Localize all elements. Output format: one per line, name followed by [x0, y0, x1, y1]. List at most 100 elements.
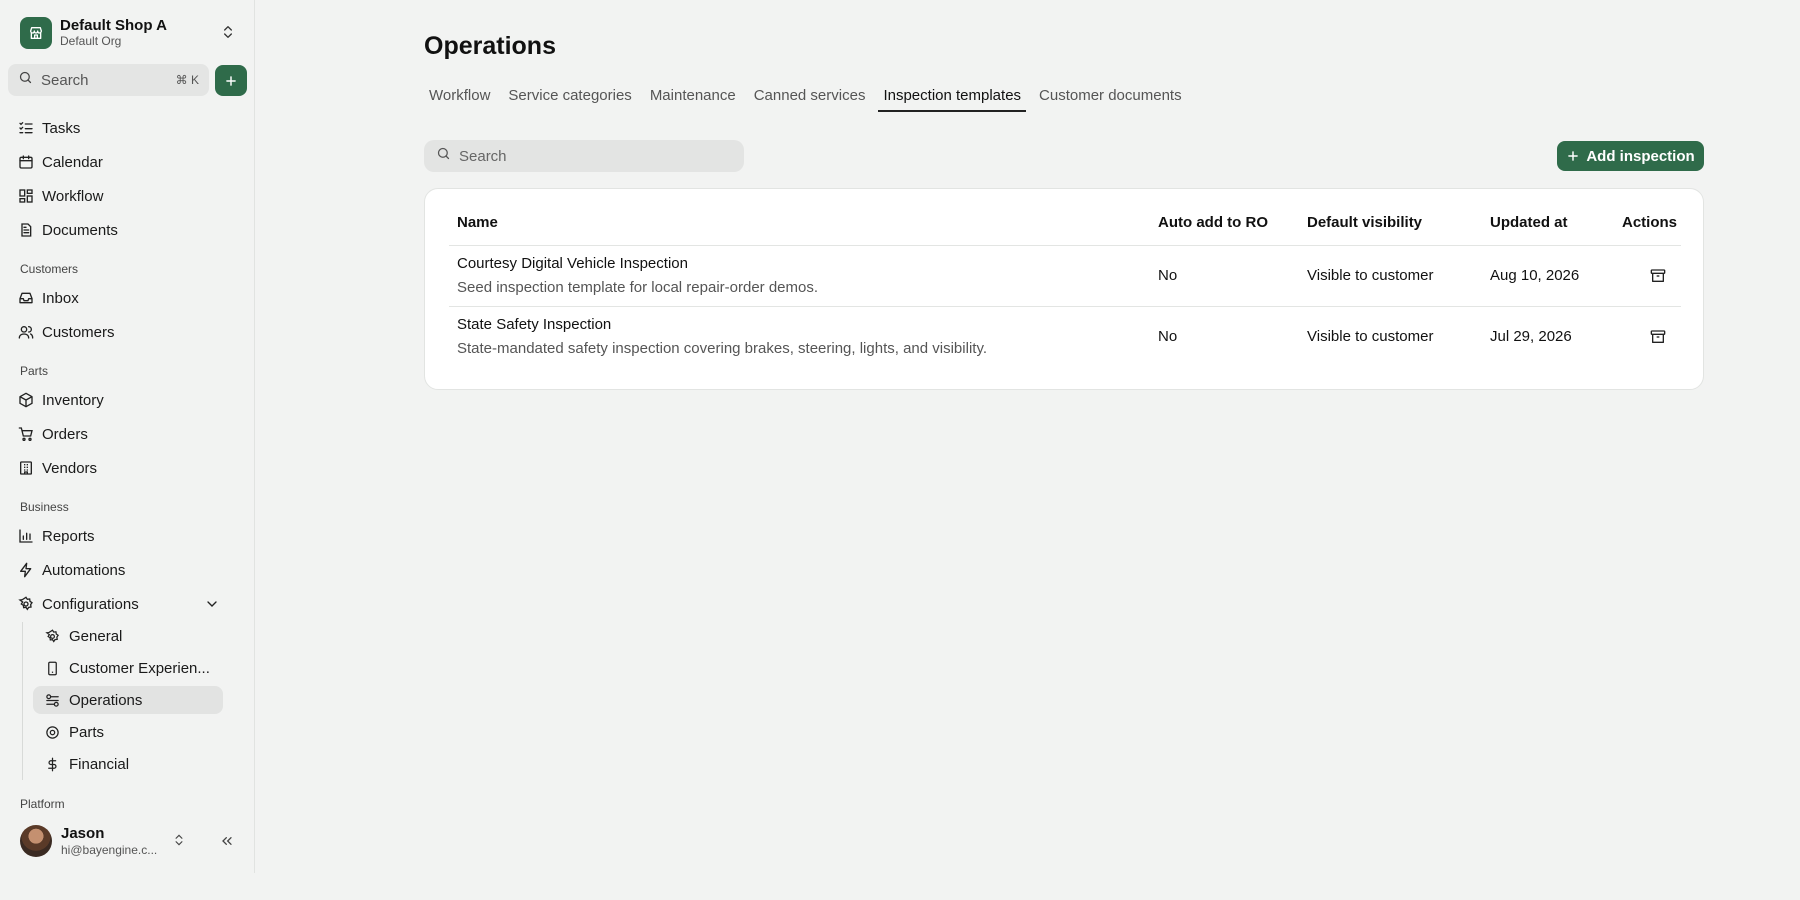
building-icon — [20, 461, 32, 475]
add-inspection-button[interactable]: Add inspection — [1557, 141, 1704, 171]
search-input[interactable]: Search — [424, 140, 744, 172]
template-name[interactable]: State Safety Inspection — [457, 316, 611, 333]
chevrons-up-down-icon — [220, 24, 236, 45]
nav-label: Inbox — [42, 289, 79, 307]
sub-item-label: Customer Experien... — [69, 659, 210, 677]
section-customers: Customers — [20, 262, 79, 276]
sub-item-customer-experience[interactable]: Customer Experien... — [33, 654, 223, 682]
column-header-name: Name — [457, 214, 498, 231]
inbox-icon — [19, 292, 33, 304]
store-icon — [20, 17, 52, 49]
nav-label: Automations — [42, 561, 126, 579]
nav-calendar[interactable]: Calendar — [8, 147, 238, 177]
visibility-value: Visible to customer — [1307, 267, 1434, 284]
operations-tabs: Workflow Service categories Maintenance … — [424, 84, 1195, 112]
updated-value: Jul 29, 2026 — [1490, 328, 1572, 345]
sub-item-operations[interactable]: Operations — [33, 686, 223, 714]
package-icon — [19, 392, 33, 408]
nav-label: Tasks — [42, 119, 81, 137]
tab-customer-documents[interactable]: Customer documents — [1034, 84, 1187, 112]
plus-icon — [226, 75, 236, 86]
nav-reports[interactable]: Reports — [8, 521, 238, 551]
updated-value: Aug 10, 2026 — [1490, 267, 1580, 284]
nav-label: Vendors — [42, 459, 98, 477]
nav-automations[interactable]: Automations — [8, 555, 238, 585]
auto-add-value: No — [1158, 267, 1178, 284]
section-business: Business — [20, 500, 69, 514]
submenu-rail — [22, 622, 23, 780]
nav-inventory[interactable]: Inventory — [8, 385, 238, 415]
nav-label: Customers — [42, 323, 115, 341]
dollar-icon — [48, 757, 57, 771]
nav-orders[interactable]: Orders — [8, 419, 238, 449]
nav-label: Calendar — [42, 153, 103, 171]
nav-inbox[interactable]: Inbox — [8, 283, 238, 313]
sliders-icon — [46, 693, 59, 707]
user-email: hi@bayengine.c... — [61, 842, 158, 857]
tab-workflow[interactable]: Workflow — [424, 84, 495, 112]
sub-item-parts[interactable]: Parts — [33, 718, 223, 746]
section-platform: Platform — [20, 797, 65, 811]
sub-item-general[interactable]: General — [33, 622, 223, 650]
new-item-button[interactable] — [215, 65, 247, 96]
nav-label: Documents — [42, 221, 118, 239]
nav-workflow[interactable]: Workflow — [8, 181, 238, 211]
visibility-value: Visible to customer — [1307, 328, 1434, 345]
tasks-icon — [19, 122, 33, 134]
bolt-icon — [20, 562, 32, 578]
nav-label: Inventory — [42, 391, 104, 409]
chevron-down-icon — [207, 601, 217, 607]
tab-maintenance[interactable]: Maintenance — [645, 84, 741, 112]
search-shortcut: ⌘ K — [175, 73, 199, 87]
shop-switcher[interactable]: Default Shop A Default Org — [20, 16, 238, 50]
search-icon — [18, 70, 33, 90]
page-title: Operations — [424, 32, 556, 60]
sub-item-label: General — [69, 627, 123, 645]
chart-icon — [19, 529, 33, 543]
divider — [449, 245, 1681, 246]
tab-service-categories[interactable]: Service categories — [503, 84, 636, 112]
search-placeholder: Search — [41, 71, 89, 89]
avatar — [20, 825, 52, 857]
tab-canned-services[interactable]: Canned services — [749, 84, 871, 112]
workflow-icon — [19, 189, 33, 203]
template-description: Seed inspection template for local repai… — [457, 279, 819, 296]
nav-label: Configurations — [42, 595, 139, 613]
sub-item-financial[interactable]: Financial — [33, 750, 223, 778]
calendar-icon — [19, 155, 33, 169]
phone-icon — [48, 661, 57, 675]
add-inspection-label: Add inspection — [1586, 147, 1695, 165]
template-name[interactable]: Courtesy Digital Vehicle Inspection — [457, 255, 688, 272]
archive-icon[interactable] — [1650, 268, 1666, 284]
nav-documents[interactable]: Documents — [8, 215, 238, 245]
sub-item-label: Parts — [69, 723, 105, 741]
column-header-auto-add: Auto add to RO — [1158, 214, 1268, 231]
nav-customers[interactable]: Customers — [8, 317, 238, 347]
plus-icon — [1568, 151, 1579, 161]
archive-icon[interactable] — [1650, 329, 1666, 345]
nav-label: Orders — [42, 425, 88, 443]
nav-tasks[interactable]: Tasks — [8, 113, 238, 143]
shop-name: Default Shop A — [60, 17, 167, 35]
sidebar-search[interactable]: Search ⌘ K — [8, 64, 209, 96]
users-icon — [18, 326, 34, 339]
gear-icon — [45, 628, 59, 643]
collapse-sidebar-icon[interactable] — [219, 833, 235, 854]
sub-item-label: Financial — [69, 755, 130, 773]
search-placeholder: Search — [459, 147, 507, 165]
user-menu[interactable]: Jason hi@bayengine.c... — [20, 824, 238, 858]
documents-icon — [21, 223, 32, 237]
user-name: Jason — [61, 824, 105, 842]
nav-label: Workflow — [42, 187, 104, 205]
section-parts: Parts — [20, 364, 49, 378]
disc-icon — [46, 725, 59, 739]
divider — [449, 306, 1681, 307]
gear-icon — [18, 596, 33, 611]
column-header-actions: Actions — [1622, 214, 1678, 231]
cart-icon — [18, 427, 33, 441]
inspection-templates-table: Name Auto add to RO Default visibility U… — [424, 188, 1704, 390]
tab-inspection-templates[interactable]: Inspection templates — [878, 84, 1027, 112]
sub-item-label: Operations — [69, 691, 143, 709]
nav-vendors[interactable]: Vendors — [8, 453, 238, 483]
nav-configurations[interactable]: Configurations — [8, 589, 238, 619]
